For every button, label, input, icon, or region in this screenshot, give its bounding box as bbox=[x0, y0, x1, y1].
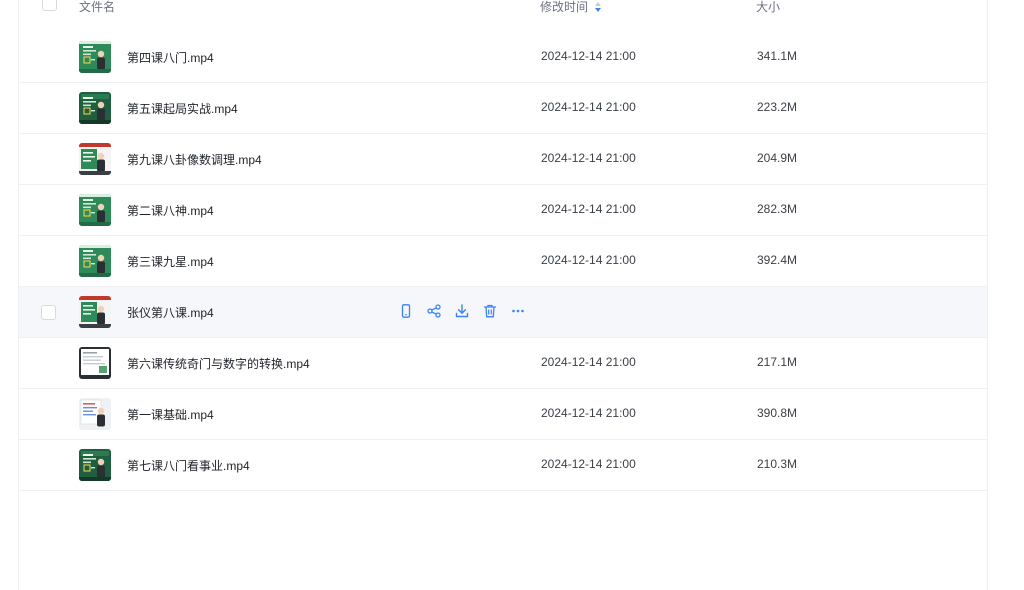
file-name[interactable]: 第七课八门看事业.mp4 bbox=[127, 457, 250, 474]
file-size: 282.3M bbox=[757, 202, 798, 216]
column-header-name[interactable]: 文件名 bbox=[79, 0, 115, 15]
video-thumbnail[interactable] bbox=[79, 245, 111, 277]
file-name[interactable]: 第九课八卦像数调理.mp4 bbox=[127, 151, 262, 168]
file-modified-time: 2024-12-14 21:00 bbox=[541, 355, 636, 369]
file-row[interactable]: 第六课传统奇门与数字的转换.mp4 2024-12-14 21:00 217.1M bbox=[19, 338, 987, 389]
file-modified-time: 2024-12-14 21:00 bbox=[541, 100, 636, 114]
file-size: 210.3M bbox=[757, 457, 798, 471]
file-row[interactable]: 第七课八门看事业.mp4 2024-12-14 21:00 210.3M bbox=[19, 440, 987, 491]
file-row[interactable]: 第九课八卦像数调理.mp4 2024-12-14 21:00 204.9M bbox=[19, 134, 987, 185]
file-row[interactable]: 第一课基础.mp4 2024-12-14 21:00 390.8M bbox=[19, 389, 987, 440]
video-thumbnail[interactable] bbox=[79, 143, 111, 175]
file-name[interactable]: 第五课起局实战.mp4 bbox=[127, 100, 238, 117]
file-size: 341.1M bbox=[757, 49, 798, 63]
share-icon[interactable] bbox=[426, 303, 442, 319]
file-name[interactable]: 第四课八门.mp4 bbox=[127, 49, 214, 66]
video-thumbnail[interactable] bbox=[79, 449, 111, 481]
file-list-header: 文件名 修改时间 大小 bbox=[19, 0, 987, 30]
video-thumbnail[interactable] bbox=[79, 194, 111, 226]
video-thumbnail[interactable] bbox=[79, 347, 111, 379]
select-all-checkbox[interactable] bbox=[42, 0, 57, 11]
mobile-icon[interactable] bbox=[398, 303, 414, 319]
video-thumbnail[interactable] bbox=[79, 296, 111, 328]
file-name[interactable]: 第六课传统奇门与数字的转换.mp4 bbox=[127, 355, 310, 372]
video-thumbnail[interactable] bbox=[79, 41, 111, 73]
more-icon[interactable] bbox=[510, 303, 526, 319]
file-name[interactable]: 第一课基础.mp4 bbox=[127, 406, 214, 423]
file-modified-time: 2024-12-14 21:00 bbox=[541, 406, 636, 420]
column-header-time[interactable]: 修改时间 bbox=[540, 0, 602, 15]
file-name[interactable]: 张仪第八课.mp4 bbox=[127, 304, 214, 321]
file-modified-time: 2024-12-14 21:00 bbox=[541, 457, 636, 471]
file-size: 223.2M bbox=[757, 100, 798, 114]
sort-desc-icon[interactable] bbox=[594, 1, 602, 13]
file-name[interactable]: 第二课八神.mp4 bbox=[127, 202, 214, 219]
video-thumbnail[interactable] bbox=[79, 92, 111, 124]
delete-icon[interactable] bbox=[482, 303, 498, 319]
file-rows: 第四课八门.mp4 2024-12-14 21:00 341.1M 第五课起局实战.m… bbox=[19, 32, 987, 491]
file-row[interactable]: 张仪第八课.mp4 bbox=[19, 287, 987, 338]
file-size: 217.1M bbox=[757, 355, 798, 369]
file-modified-time: 2024-12-14 21:00 bbox=[541, 151, 636, 165]
file-row[interactable]: 第五课起局实战.mp4 2024-12-14 21:00 223.2M bbox=[19, 83, 987, 134]
file-size: 392.4M bbox=[757, 253, 798, 267]
download-icon[interactable] bbox=[454, 303, 470, 319]
file-row[interactable]: 第二课八神.mp4 2024-12-14 21:00 282.3M bbox=[19, 185, 987, 236]
file-size: 204.9M bbox=[757, 151, 798, 165]
file-modified-time: 2024-12-14 21:00 bbox=[541, 49, 636, 63]
file-modified-time: 2024-12-14 21:00 bbox=[541, 253, 636, 267]
column-header-time-label: 修改时间 bbox=[540, 0, 589, 14]
file-row[interactable]: 第三课九星.mp4 2024-12-14 21:00 392.4M bbox=[19, 236, 987, 287]
file-row[interactable]: 第四课八门.mp4 2024-12-14 21:00 341.1M bbox=[19, 32, 987, 83]
file-list-panel: 文件名 修改时间 大小 第四课八门.mp4 2024-12-14 21:00 341… bbox=[18, 0, 988, 590]
row-checkbox[interactable] bbox=[41, 305, 56, 320]
column-header-size[interactable]: 大小 bbox=[756, 0, 780, 15]
file-modified-time: 2024-12-14 21:00 bbox=[541, 202, 636, 216]
row-actions bbox=[398, 303, 526, 319]
file-name[interactable]: 第三课九星.mp4 bbox=[127, 253, 214, 270]
video-thumbnail[interactable] bbox=[79, 398, 111, 430]
file-size: 390.8M bbox=[757, 406, 798, 420]
